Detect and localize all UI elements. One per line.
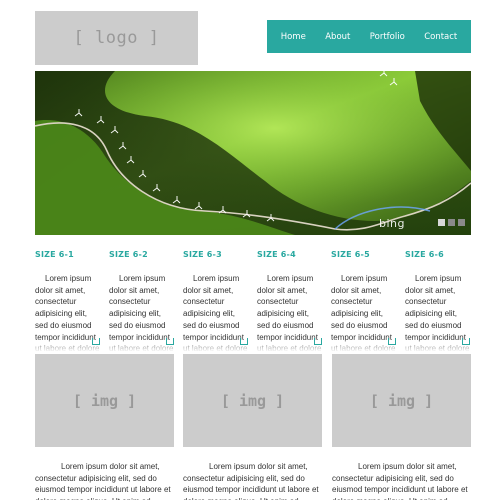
column-size-6-4: SIZE 6-4 Lorem ipsum dolor sit amet, con…	[257, 250, 324, 352]
image-placeholder-text: [ img ]	[220, 391, 285, 410]
column-heading: SIZE 6-6	[405, 250, 444, 259]
slider-pagination	[438, 219, 465, 226]
column-heading: SIZE 6-2	[109, 250, 148, 259]
bing-watermark: bing	[379, 217, 405, 230]
logo-text: [ logo ]	[73, 28, 160, 48]
image-placeholder-text: [ img ]	[369, 391, 434, 410]
image-caption-3: Lorem ipsum dolor sit amet, consectetur …	[332, 462, 468, 500]
nav-item-home[interactable]: Home	[281, 32, 306, 42]
column-size-6-5: SIZE 6-5 Lorem ipsum dolor sit amet, con…	[331, 250, 398, 352]
column-size-6-6: SIZE 6-6 Lorem ipsum dolor sit amet, con…	[405, 250, 472, 352]
column-heading: SIZE 6-1	[35, 250, 74, 259]
column-heading: SIZE 6-4	[257, 250, 296, 259]
hero-image	[35, 71, 471, 235]
column-size-6-1: SIZE 6-1 Lorem ipsum dolor sit amet, con…	[35, 250, 102, 352]
expand-icon[interactable]	[388, 338, 396, 345]
nav-item-contact[interactable]: Contact	[424, 32, 457, 42]
nav-item-about[interactable]: About	[325, 32, 350, 42]
image-placeholder-text: [ img ]	[72, 391, 137, 410]
hero-slider: bing	[35, 71, 471, 235]
expand-icon[interactable]	[166, 338, 174, 345]
expand-icon[interactable]	[462, 338, 470, 345]
expand-icon[interactable]	[92, 338, 100, 345]
column-heading: SIZE 6-3	[183, 250, 222, 259]
image-placeholder-2: [ img ]	[183, 354, 322, 447]
expand-icon[interactable]	[240, 338, 248, 345]
column-size-6-2: SIZE 6-2 Lorem ipsum dolor sit amet, con…	[109, 250, 176, 352]
logo-placeholder[interactable]: [ logo ]	[35, 11, 198, 65]
column-heading: SIZE 6-5	[331, 250, 370, 259]
slider-dot-2[interactable]	[448, 219, 455, 226]
slider-dot-3[interactable]	[458, 219, 465, 226]
image-placeholder-1: [ img ]	[35, 354, 174, 447]
image-placeholder-3: [ img ]	[332, 354, 471, 447]
image-caption-1: Lorem ipsum dolor sit amet, consectetur …	[35, 462, 171, 500]
image-caption-2: Lorem ipsum dolor sit amet, consectetur …	[183, 462, 319, 500]
expand-icon[interactable]	[314, 338, 322, 345]
nav-item-portfolio[interactable]: Portfolio	[370, 32, 405, 42]
slider-dot-1[interactable]	[438, 219, 445, 226]
main-nav: Home About Portfolio Contact	[267, 20, 471, 53]
column-size-6-3: SIZE 6-3 Lorem ipsum dolor sit amet, con…	[183, 250, 250, 352]
